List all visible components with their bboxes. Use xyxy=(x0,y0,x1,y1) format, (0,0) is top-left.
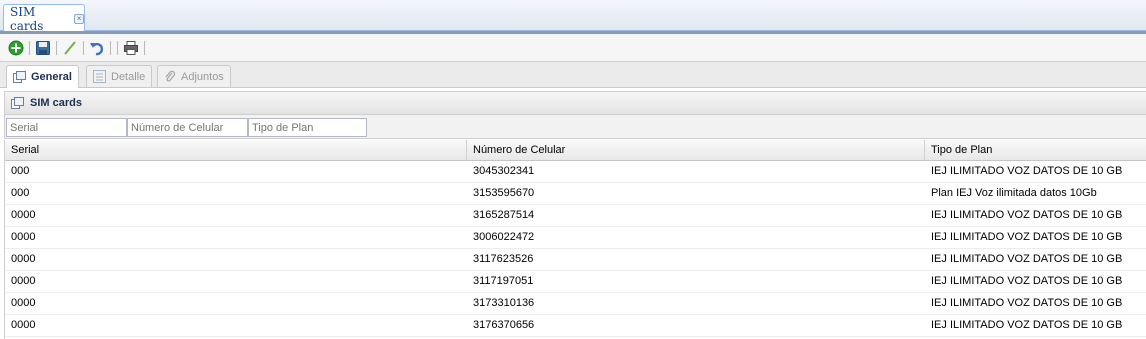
column-header-numero[interactable]: Número de Celular xyxy=(467,140,925,161)
serial-filter-input[interactable] xyxy=(6,118,127,137)
numero-celular-cell: 3045302341 xyxy=(473,165,535,177)
grid-header: Serial Número de Celular Tipo de Plan xyxy=(5,140,1146,161)
numero-filter-input[interactable] xyxy=(127,118,248,137)
toolbar xyxy=(0,34,1146,62)
tab-general-label: General xyxy=(31,71,72,83)
toolbar-separator xyxy=(56,40,57,55)
save-button[interactable] xyxy=(33,38,53,58)
edit-button[interactable] xyxy=(60,38,80,58)
undo-icon xyxy=(90,42,104,55)
tipo-plan-cell: Plan IEJ Voz ilimitada datos 10Gb xyxy=(931,187,1097,199)
toolbar-separator xyxy=(110,40,111,55)
tipo-plan-filter-input[interactable] xyxy=(248,118,367,137)
tab-adjuntos[interactable]: Adjuntos xyxy=(157,65,231,87)
serial-cell: 0000 xyxy=(11,209,36,221)
edit-icon xyxy=(64,40,76,55)
column-header-serial[interactable]: Serial xyxy=(5,140,467,161)
toolbar-separator xyxy=(144,40,145,55)
serial-cell: 0000 xyxy=(11,297,36,309)
sim-cards-grid: Serial Número de Celular Tipo de Plan 00… xyxy=(4,140,1146,339)
numero-celular-cell: 3173310136 xyxy=(473,297,535,309)
print-icon xyxy=(124,40,138,55)
table-row[interactable]: 000 3153595670 Plan IEJ Voz ilimitada dato… xyxy=(5,183,1146,205)
numero-celular-cell: 3117197051 xyxy=(473,275,534,287)
grid-body: 000 3045302341 IEJ ILIMITADO VOZ DATOS DE … xyxy=(5,161,1146,337)
detail-icon xyxy=(93,70,106,83)
table-row[interactable]: 000 3045302341 IEJ ILIMITADO VOZ DATOS DE … xyxy=(5,161,1146,183)
numero-celular-cell: 3117623526 xyxy=(473,253,534,265)
table-row[interactable]: 0000 3165287514 IEJ ILIMITADO VOZ DATOS DE… xyxy=(5,205,1146,227)
form-tabs: General Detalle Adjuntos xyxy=(0,62,1146,88)
serial-cell: 0000 xyxy=(11,319,36,331)
panel-title: SIM cards xyxy=(30,97,82,109)
paperclip-icon xyxy=(164,70,176,83)
tipo-plan-cell: IEJ ILIMITADO VOZ DATOS DE 10 GB xyxy=(931,209,1123,221)
tab-detalle-label: Detalle xyxy=(111,70,146,83)
document-tab-strip: SIM cards × xyxy=(0,0,1146,33)
save-icon xyxy=(36,40,50,55)
table-row[interactable]: 0000 3006022472 IEJ ILIMITADO VOZ DATOS DE… xyxy=(5,227,1146,249)
toolbar-separator xyxy=(117,40,118,55)
filter-row xyxy=(4,115,1146,139)
serial-cell: 0000 xyxy=(11,231,36,243)
serial-cell: 000 xyxy=(11,187,30,199)
numero-celular-cell: 3176370656 xyxy=(473,319,535,331)
tab-adjuntos-label: Adjuntos xyxy=(181,70,224,83)
serial-cell: 0000 xyxy=(11,253,36,265)
add-icon xyxy=(8,40,24,55)
tab-sim-cards-label: SIM cards xyxy=(10,4,44,33)
tipo-plan-cell: IEJ ILIMITADO VOZ DATOS DE 10 GB xyxy=(931,231,1123,243)
serial-cell: 0000 xyxy=(11,275,36,287)
tipo-plan-cell: IEJ ILIMITADO VOZ DATOS DE 10 GB xyxy=(931,275,1123,287)
table-row[interactable]: 0000 3117197051 IEJ ILIMITADO VOZ DATOS DE… xyxy=(5,271,1146,293)
serial-cell: 000 xyxy=(11,165,30,177)
numero-celular-cell: 3153595670 xyxy=(473,187,535,199)
form-icon xyxy=(13,71,26,83)
column-header-tipo-plan[interactable]: Tipo de Plan xyxy=(925,140,1146,161)
tipo-plan-cell: IEJ ILIMITADO VOZ DATOS DE 10 GB xyxy=(931,319,1123,331)
table-row[interactable]: 0000 3117623526 IEJ ILIMITADO VOZ DATOS DE… xyxy=(5,249,1146,271)
tab-general[interactable]: General xyxy=(6,65,79,88)
numero-celular-cell: 3165287514 xyxy=(473,209,535,221)
tipo-plan-cell: IEJ ILIMITADO VOZ DATOS DE 10 GB xyxy=(931,297,1123,309)
table-row[interactable]: 0000 3173310136 IEJ ILIMITADO VOZ DATOS DE… xyxy=(5,293,1146,315)
print-button[interactable] xyxy=(121,38,141,58)
toolbar-separator xyxy=(29,40,30,55)
tipo-plan-cell: IEJ ILIMITADO VOZ DATOS DE 10 GB xyxy=(931,165,1123,177)
tipo-plan-cell: IEJ ILIMITADO VOZ DATOS DE 10 GB xyxy=(931,253,1123,265)
numero-celular-cell: 3006022472 xyxy=(473,231,535,243)
panel-header: SIM cards xyxy=(4,91,1146,115)
table-row[interactable]: 0000 3176370656 IEJ ILIMITADO VOZ DATOS DE… xyxy=(5,315,1146,337)
form-icon xyxy=(11,97,24,109)
close-icon[interactable]: × xyxy=(74,13,84,24)
tab-detalle[interactable]: Detalle xyxy=(86,65,153,87)
undo-button[interactable] xyxy=(87,38,107,58)
toolbar-separator xyxy=(83,40,84,55)
tab-sim-cards[interactable]: SIM cards × xyxy=(3,4,85,33)
add-button[interactable] xyxy=(6,38,26,58)
